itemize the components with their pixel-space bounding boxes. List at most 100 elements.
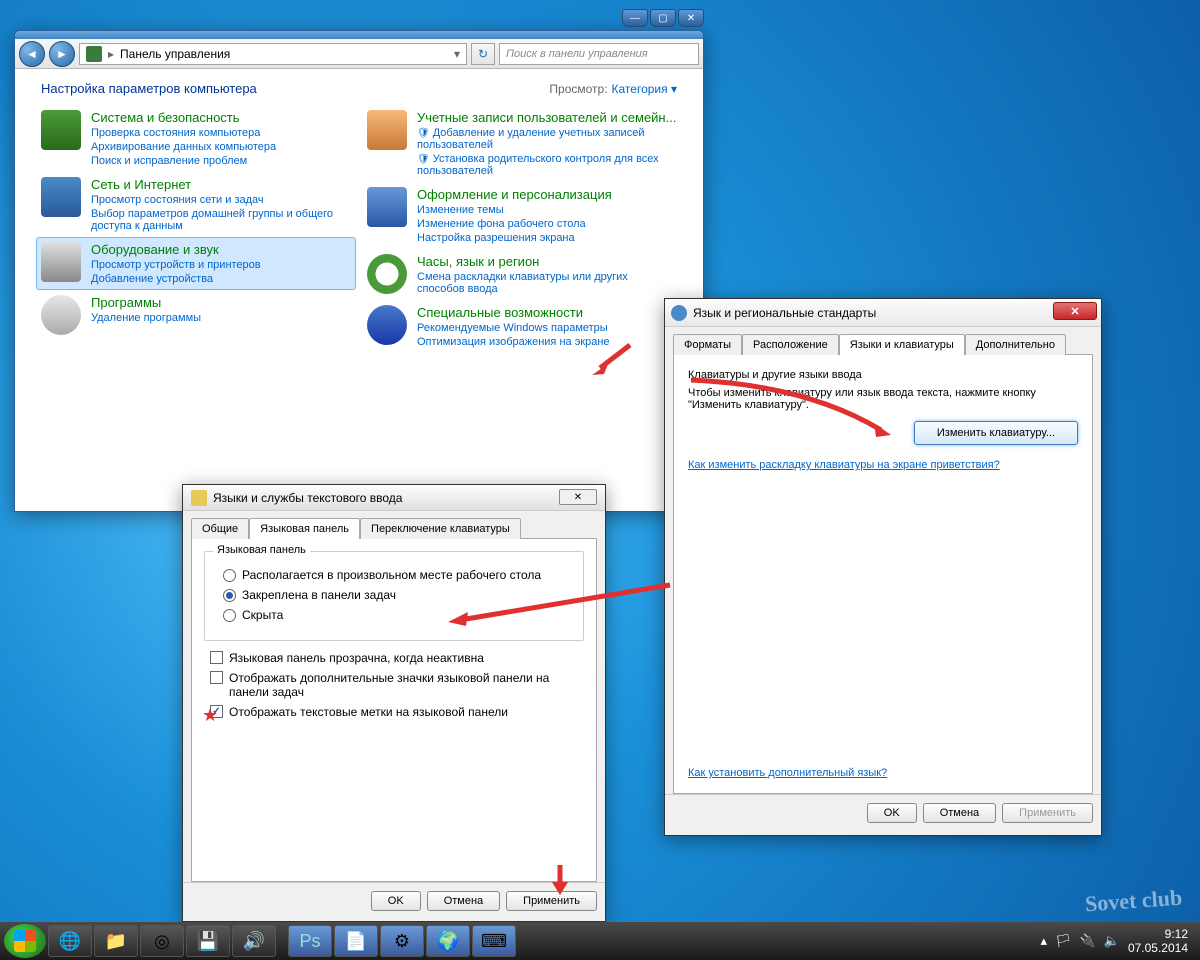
category-link[interactable]: Изменение фона рабочего стола xyxy=(417,218,612,230)
category-icon xyxy=(41,177,81,217)
tray-volume-icon[interactable]: 🔈 xyxy=(1104,933,1120,949)
radio-option[interactable]: Закреплена в панели задач xyxy=(223,588,571,602)
welcome-screen-link[interactable]: Как изменить раскладку клавиатуры на экр… xyxy=(688,459,1078,471)
close-button[interactable]: ✕ xyxy=(678,9,704,27)
dialog-titlebar[interactable]: Язык и региональные стандарты ✕ xyxy=(665,299,1101,327)
close-button[interactable]: ✕ xyxy=(559,489,597,505)
taskbar-folder[interactable]: 📁 xyxy=(94,925,138,957)
category-item[interactable]: Система и безопасность Проверка состояния… xyxy=(41,110,351,167)
category-link[interactable]: Рекомендуемые Windows параметры xyxy=(417,322,610,334)
category-link[interactable]: Настройка разрешения экрана xyxy=(417,232,612,244)
control-panel-window: — ▢ ✕ ◄ ► ▸ Панель управления ▾ ↻ Поиск … xyxy=(14,30,704,512)
ok-button[interactable]: OK xyxy=(371,891,421,911)
tab[interactable]: Переключение клавиатуры xyxy=(360,518,521,539)
control-panel-icon xyxy=(86,46,102,62)
category-link[interactable]: Смена раскладки клавиатуры или других сп… xyxy=(417,271,677,295)
checkbox-option[interactable]: Отображать дополнительные значки языково… xyxy=(210,671,584,699)
start-button[interactable] xyxy=(4,924,46,958)
group-title: Языковая панель xyxy=(213,544,310,556)
category-link[interactable]: Удаление программы xyxy=(91,312,201,324)
checkbox-option[interactable]: Языковая панель прозрачна, когда неактив… xyxy=(210,651,584,665)
taskbar-region[interactable]: 🌍 xyxy=(426,925,470,957)
maximize-button[interactable]: ▢ xyxy=(650,9,676,27)
change-keyboard-button[interactable]: Изменить клавиатуру... xyxy=(914,421,1078,445)
search-input[interactable]: Поиск в панели управления xyxy=(499,43,699,65)
category-title[interactable]: Часы, язык и регион xyxy=(417,254,677,269)
back-button[interactable]: ◄ xyxy=(19,41,45,67)
apply-button[interactable]: Применить xyxy=(1002,803,1093,823)
category-item[interactable]: Часы, язык и регион Смена раскладки клави… xyxy=(367,254,677,295)
category-item[interactable]: Учетные записи пользователей и семейн...… xyxy=(367,110,677,177)
category-title[interactable]: Оборудование и звук xyxy=(91,242,261,257)
category-item[interactable]: Оборудование и звук Просмотр устройств и … xyxy=(36,237,356,290)
ok-button[interactable]: OK xyxy=(867,803,917,823)
windows-logo-icon xyxy=(14,930,36,952)
taskbar-save[interactable]: 💾 xyxy=(186,925,230,957)
category-icon xyxy=(41,110,81,150)
text-services-dialog: Языки и службы текстового ввода ✕ ОбщиеЯ… xyxy=(182,484,606,922)
category-link[interactable]: Оптимизация изображения на экране xyxy=(417,336,610,348)
radio-icon xyxy=(223,609,236,622)
taskbar-photoshop[interactable]: Ps xyxy=(288,925,332,957)
taskbar-keyboard[interactable]: ⌨ xyxy=(472,925,516,957)
cancel-button[interactable]: Отмена xyxy=(427,891,500,911)
tab[interactable]: Дополнительно xyxy=(965,334,1066,355)
category-icon xyxy=(41,295,81,335)
category-title[interactable]: Система и безопасность xyxy=(91,110,276,125)
category-item[interactable]: Оформление и персонализация Изменение тем… xyxy=(367,187,677,244)
checkbox-option[interactable]: ★Отображать текстовые метки на языковой … xyxy=(210,705,584,719)
taskbar-explorer[interactable]: 🌐 xyxy=(48,925,92,957)
viewby-dropdown[interactable]: Категория ▾ xyxy=(612,82,677,96)
category-icon xyxy=(41,242,81,282)
tab[interactable]: Языки и клавиатуры xyxy=(839,334,965,355)
category-title[interactable]: Программы xyxy=(91,295,201,310)
close-button[interactable]: ✕ xyxy=(1053,302,1097,320)
taskbar-sound[interactable]: 🔊 xyxy=(232,925,276,957)
dialog-titlebar[interactable]: Языки и службы текстового ввода ✕ xyxy=(183,485,605,511)
category-title[interactable]: Специальные возможности xyxy=(417,305,610,320)
dialog-title: Языки и службы текстового ввода xyxy=(213,491,402,505)
checkbox-icon xyxy=(210,671,223,684)
forward-button[interactable]: ► xyxy=(49,41,75,67)
tray-clock[interactable]: 9:12 07.05.2014 xyxy=(1128,927,1188,956)
category-item[interactable]: Программы Удаление программы xyxy=(41,295,351,335)
tray-network-icon[interactable]: 🔌 xyxy=(1080,933,1096,949)
category-link[interactable]: Архивирование данных компьютера xyxy=(91,141,276,153)
cancel-button[interactable]: Отмена xyxy=(923,803,996,823)
globe-icon xyxy=(671,305,687,321)
taskbar-control-panel[interactable]: ⚙ xyxy=(380,925,424,957)
breadcrumb[interactable]: ▸ Панель управления ▾ xyxy=(79,43,467,65)
tray-flag-icon[interactable]: 🏳 xyxy=(1055,933,1072,949)
tab-panel: Языковая панель Располагается в произвол… xyxy=(191,538,597,882)
category-item[interactable]: Специальные возможности Рекомендуемые Win… xyxy=(367,305,677,348)
category-link[interactable]: Изменение темы xyxy=(417,204,612,216)
minimize-button[interactable]: — xyxy=(622,9,648,27)
taskbar-chrome[interactable]: ◎ xyxy=(140,925,184,957)
titlebar[interactable]: — ▢ ✕ xyxy=(15,31,703,39)
category-link[interactable]: Поиск и исправление проблем xyxy=(91,155,276,167)
taskbar-word[interactable]: 📄 xyxy=(334,925,378,957)
breadcrumb-text: Панель управления xyxy=(120,47,230,61)
star-marker-icon: ★ xyxy=(202,705,218,726)
category-link[interactable]: Добавление и удаление учетных записей по… xyxy=(417,127,677,151)
category-link[interactable]: Выбор параметров домашней группы и общег… xyxy=(91,208,351,232)
install-language-link[interactable]: Как установить дополнительный язык? xyxy=(688,767,1078,779)
tray-up-icon[interactable]: ▴ xyxy=(1041,933,1048,949)
tab[interactable]: Общие xyxy=(191,518,249,539)
refresh-button[interactable]: ↻ xyxy=(471,43,495,65)
tab[interactable]: Языковая панель xyxy=(249,518,360,539)
category-title[interactable]: Сеть и Интернет xyxy=(91,177,351,192)
tab[interactable]: Расположение xyxy=(742,334,839,355)
category-link[interactable]: Просмотр устройств и принтеров xyxy=(91,259,261,271)
category-link[interactable]: Добавление устройства xyxy=(91,273,261,285)
apply-button[interactable]: Применить xyxy=(506,891,597,911)
category-item[interactable]: Сеть и Интернет Просмотр состояния сети и… xyxy=(41,177,351,232)
category-link[interactable]: Установка родительского контроля для все… xyxy=(417,153,677,177)
category-link[interactable]: Просмотр состояния сети и задач xyxy=(91,194,351,206)
category-title[interactable]: Учетные записи пользователей и семейн... xyxy=(417,110,677,125)
category-link[interactable]: Проверка состояния компьютера xyxy=(91,127,276,139)
tab[interactable]: Форматы xyxy=(673,334,742,355)
radio-option[interactable]: Располагается в произвольном месте рабоч… xyxy=(223,568,571,582)
radio-option[interactable]: Скрыта xyxy=(223,608,571,622)
category-title[interactable]: Оформление и персонализация xyxy=(417,187,612,202)
